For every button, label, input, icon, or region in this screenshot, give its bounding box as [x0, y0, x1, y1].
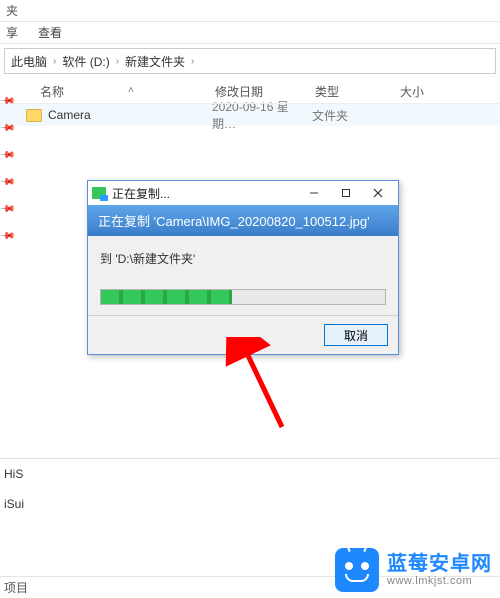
status-text: 项目 [4, 579, 28, 596]
maximize-button[interactable] [330, 182, 362, 204]
progress-fill [101, 290, 232, 304]
column-header-name[interactable]: 名称 [0, 83, 215, 100]
pin-icon: 📌 [0, 93, 15, 110]
window-title-fragment: 夹 [0, 0, 500, 22]
watermark-title: 蓝莓安卓网 [387, 553, 492, 575]
window-title-text: 夹 [6, 2, 18, 19]
chevron-right-icon: › [116, 56, 119, 67]
pin-icon: 📌 [0, 228, 15, 245]
breadcrumb-this-pc[interactable]: 此电脑 [11, 53, 47, 70]
breadcrumb[interactable]: 此电脑 › 软件 (D:) › 新建文件夹 › [4, 48, 496, 74]
sort-indicator-icon: ˄ [128, 85, 134, 96]
menu-view[interactable]: 查看 [38, 24, 62, 41]
file-name: Camera [48, 108, 91, 122]
pin-icon: 📌 [0, 120, 15, 137]
sidebar-item[interactable]: iSui [0, 489, 500, 519]
sidebar-item[interactable]: HiS [0, 459, 500, 489]
copy-icon [92, 187, 106, 199]
copy-dialog: 正在复制... 正在复制 'Camera\IMG_20200820_100512… [87, 180, 399, 355]
watermark-logo-icon [335, 548, 379, 592]
pin-icon: 📌 [0, 147, 15, 164]
dialog-header: 正在复制 'Camera\IMG_20200820_100512.jpg' [88, 205, 398, 236]
watermark: 蓝莓安卓网 www.lmkjst.com [335, 548, 492, 592]
progress-bar [100, 289, 386, 305]
chevron-right-icon: › [53, 56, 56, 67]
dialog-footer: 取消 [88, 315, 398, 354]
breadcrumb-drive[interactable]: 软件 (D:) [62, 53, 109, 70]
table-row[interactable]: Camera 2020-09-16 星期… 文件夹 [0, 104, 500, 126]
dialog-titlebar[interactable]: 正在复制... [88, 181, 398, 205]
column-header-size[interactable]: 大小 [400, 83, 500, 100]
pin-icon: 📌 [0, 201, 15, 218]
chevron-right-icon: › [191, 56, 194, 67]
pin-icon: 📌 [0, 174, 15, 191]
breadcrumb-folder[interactable]: 新建文件夹 [125, 53, 185, 70]
close-button[interactable] [362, 182, 394, 204]
quick-access-pins: 📌 📌 📌 📌 📌 📌 [0, 96, 14, 242]
column-headers: ˄ 名称 修改日期 类型 大小 [0, 80, 500, 104]
watermark-url: www.lmkjst.com [387, 575, 492, 587]
column-header-type[interactable]: 类型 [315, 83, 400, 100]
dialog-destination: 到 'D:\新建文件夹' [100, 250, 386, 267]
dialog-title: 正在复制... [112, 185, 298, 202]
column-header-date[interactable]: 修改日期 [215, 83, 315, 100]
menu-share[interactable]: 享 [6, 24, 18, 41]
file-type: 文件夹 [312, 107, 397, 124]
folder-icon [26, 109, 42, 122]
minimize-button[interactable] [298, 182, 330, 204]
cancel-button[interactable]: 取消 [324, 324, 388, 346]
menu-bar: 享 查看 [0, 22, 500, 44]
